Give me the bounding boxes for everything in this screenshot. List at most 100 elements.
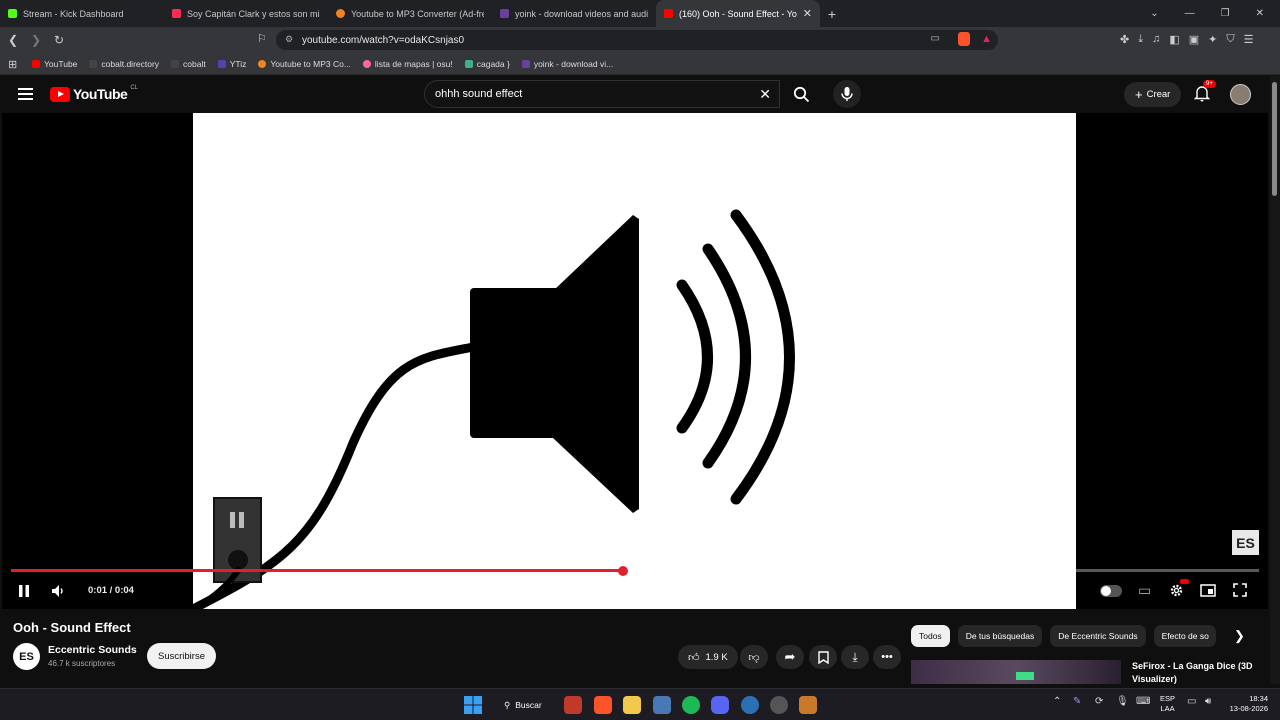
autoplay-toggle[interactable] bbox=[1100, 585, 1122, 597]
chip-all[interactable]: Todos bbox=[911, 625, 950, 647]
network-icon[interactable]: ▭ bbox=[1187, 696, 1196, 707]
video-player[interactable]: ES 0:01 / 0:04 ▭ bbox=[2, 113, 1268, 609]
pause-icon[interactable] bbox=[18, 585, 30, 597]
scrubber-handle[interactable] bbox=[617, 565, 628, 576]
dislike-button[interactable]: 👎︎ bbox=[740, 645, 768, 669]
input-language[interactable]: ESP LAA bbox=[1160, 694, 1175, 714]
youtube-logo[interactable]: YouTube CL bbox=[50, 85, 138, 102]
channel-watermark[interactable]: ES bbox=[1232, 530, 1259, 555]
close-window-icon[interactable]: ✕ bbox=[1256, 8, 1264, 19]
mic-tray-icon[interactable]: 🎙︎ bbox=[1116, 696, 1129, 707]
reload-icon[interactable]: ↻ bbox=[49, 33, 69, 47]
tab-mp3-converter[interactable]: Youtube to MP3 Converter (Ad-free) bbox=[328, 0, 492, 27]
wallet-icon[interactable]: ▣ bbox=[1189, 33, 1199, 46]
sidebar-icon[interactable]: ◧ bbox=[1169, 33, 1179, 46]
converter-icon bbox=[336, 9, 345, 18]
chip-from-channel[interactable]: De Eccentric Sounds bbox=[1050, 625, 1146, 647]
progress-bar[interactable] bbox=[11, 565, 1259, 576]
widgets-icon[interactable] bbox=[564, 696, 582, 714]
cobalt-icon bbox=[89, 59, 98, 68]
bookmark-youtube[interactable]: YouTube bbox=[32, 59, 77, 69]
tab-kick[interactable]: Stream - Kick Dashboard bbox=[0, 0, 164, 27]
extensions-icon[interactable]: ✤ bbox=[1120, 33, 1129, 46]
chips-next-icon[interactable]: ❯ bbox=[1234, 628, 1245, 644]
tab-tiktok[interactable]: Soy Capitán Clark y estos son mis Ba bbox=[164, 0, 328, 27]
share-button[interactable]: ➦ bbox=[776, 645, 804, 669]
url-bar[interactable]: ⚙ youtube.com/watch?v=odaKCsnjas0 ▭ ▲ bbox=[276, 30, 998, 50]
scrollbar-thumb[interactable] bbox=[1272, 82, 1277, 196]
voice-search-button[interactable] bbox=[833, 80, 861, 108]
tray-overflow-icon[interactable]: ⌃ bbox=[1053, 696, 1061, 707]
bookmark-page-icon[interactable]: ⚐ bbox=[257, 32, 267, 45]
search-input[interactable]: ohhh sound effect ✕ bbox=[424, 80, 780, 108]
brave-shields-icon[interactable] bbox=[958, 32, 970, 46]
recommended-thumbnail[interactable] bbox=[911, 660, 1121, 684]
search-button[interactable] bbox=[780, 80, 822, 108]
subtitles-icon[interactable]: ▭ bbox=[1138, 582, 1151, 599]
keyboard-tray-icon[interactable]: ⌨ bbox=[1136, 696, 1150, 707]
downloads-icon[interactable]: ⤓ bbox=[1138, 33, 1143, 46]
hd-badge bbox=[1180, 579, 1189, 584]
menu-icon[interactable]: ☰ bbox=[1244, 33, 1254, 46]
time-display: 0:01 / 0:04 bbox=[88, 585, 134, 596]
speaker-icon[interactable]: 🔊︎ bbox=[1205, 696, 1211, 707]
spotify-icon[interactable] bbox=[682, 696, 700, 714]
volume-icon[interactable] bbox=[51, 584, 65, 598]
app-taskbar-icon[interactable] bbox=[653, 696, 671, 714]
bookmark-mp3-converter[interactable]: Youtube to MP3 Co... bbox=[258, 59, 351, 69]
ccleaner-icon[interactable] bbox=[741, 696, 759, 714]
pinned-app-icon[interactable] bbox=[799, 696, 817, 714]
apps-grid-icon[interactable]: ⊞ bbox=[8, 58, 17, 71]
bookmark-yoink[interactable]: yoink - download vi... bbox=[521, 59, 613, 69]
discord-icon[interactable] bbox=[711, 696, 729, 714]
new-tab-button[interactable]: + bbox=[820, 6, 844, 22]
file-explorer-icon[interactable] bbox=[623, 696, 641, 714]
brave-rewards-icon[interactable]: ▲ bbox=[981, 33, 992, 45]
account-avatar[interactable] bbox=[1230, 84, 1251, 105]
taskbar-search[interactable]: ⚲ Buscar bbox=[492, 695, 552, 715]
subscribe-button[interactable]: Suscribirse bbox=[147, 643, 216, 669]
create-button[interactable]: + Crear bbox=[1124, 82, 1182, 107]
vpn-icon[interactable]: ⛉ bbox=[1226, 33, 1234, 46]
cast-icon[interactable]: ▭ bbox=[931, 33, 940, 44]
maximize-icon[interactable]: ❐ bbox=[1221, 8, 1230, 19]
download-button[interactable]: ⤓ bbox=[841, 645, 869, 669]
back-icon[interactable]: ❮ bbox=[3, 33, 23, 47]
fullscreen-icon[interactable] bbox=[1233, 583, 1247, 597]
tab-yoink[interactable]: yoink - download videos and audio f bbox=[492, 0, 656, 27]
pen-tray-icon[interactable]: ✎ bbox=[1073, 696, 1081, 707]
theater-mode-icon[interactable] bbox=[1200, 584, 1216, 597]
bookmark-ytiz[interactable]: YTiz bbox=[217, 59, 246, 69]
like-button[interactable]: 👍︎ 1.9 K bbox=[678, 645, 738, 669]
bookmark-osu-maps[interactable]: lista de mapas | osu! bbox=[362, 59, 453, 69]
recommended-video-title[interactable]: SeFirox - La Ganga Dice (3D Visualizer) bbox=[1132, 660, 1267, 686]
tab-youtube-active[interactable]: (160) Ooh - Sound Effect - Yo ✕ bbox=[656, 0, 820, 27]
chip-from-searches[interactable]: De tus búsquedas bbox=[957, 625, 1043, 647]
channel-name[interactable]: Eccentric Sounds bbox=[48, 644, 137, 656]
leo-icon[interactable]: ✦ bbox=[1208, 33, 1217, 46]
sync-tray-icon[interactable]: ⟳ bbox=[1095, 696, 1103, 707]
more-actions-button[interactable]: ••• bbox=[873, 645, 901, 669]
close-tab-icon[interactable]: ✕ bbox=[803, 7, 812, 20]
bookmark-cobalt-directory[interactable]: cobalt.directory bbox=[89, 59, 159, 69]
bookmark-cagada[interactable]: cagada } bbox=[464, 59, 510, 69]
brave-taskbar-icon[interactable] bbox=[594, 696, 612, 714]
hamburger-menu-icon[interactable] bbox=[18, 88, 33, 100]
site-info-icon[interactable]: ⚙ bbox=[285, 34, 293, 45]
clear-search-icon[interactable]: ✕ bbox=[759, 86, 771, 103]
channel-avatar[interactable]: ES bbox=[13, 643, 40, 670]
forward-icon[interactable]: ❯ bbox=[26, 33, 46, 47]
tab-search-icon[interactable]: ⌄ bbox=[1150, 8, 1158, 19]
settings-gear-icon[interactable] bbox=[1169, 583, 1184, 598]
bookmark-cobalt[interactable]: cobalt bbox=[171, 59, 206, 69]
clock[interactable]: 18:34 13-08-2026 bbox=[1222, 694, 1268, 714]
media-icon[interactable]: ♫ bbox=[1152, 33, 1160, 46]
player-controls: 0:01 / 0:04 ▭ bbox=[2, 579, 1268, 603]
obs-icon[interactable] bbox=[770, 696, 788, 714]
save-button[interactable] bbox=[809, 645, 837, 669]
notifications-button[interactable] bbox=[1193, 85, 1211, 107]
page-scrollbar[interactable] bbox=[1270, 76, 1280, 684]
chip-sound-effect[interactable]: Efecto de so bbox=[1153, 625, 1216, 647]
minimize-icon[interactable]: — bbox=[1185, 8, 1195, 19]
windows-start-icon[interactable] bbox=[464, 696, 482, 714]
